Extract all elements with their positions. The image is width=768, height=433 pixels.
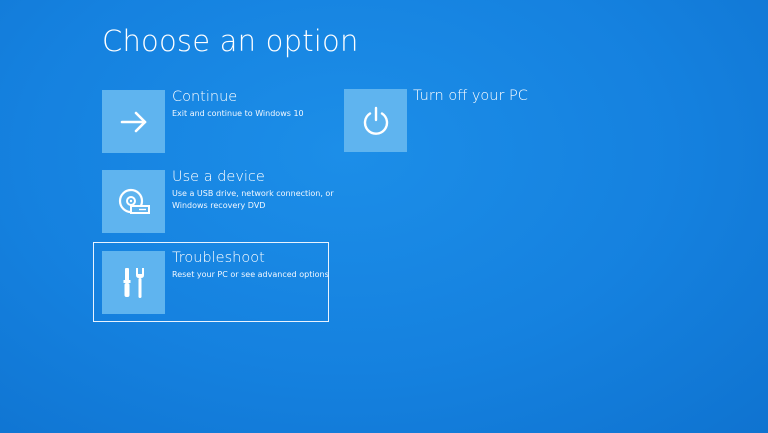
continue-description: Exit and continue to Windows 10 — [172, 109, 304, 118]
turn-off-label: Turn off your PC — [413, 88, 528, 104]
use-a-device-description-line-2: Windows recovery DVD — [172, 201, 266, 210]
use-a-device-tile[interactable] — [102, 170, 165, 233]
continue-tile[interactable] — [102, 90, 165, 153]
use-a-device-option[interactable]: Use a device Use a USB drive, network co… — [102, 169, 334, 234]
continue-label: Continue — [172, 89, 238, 105]
use-a-device-description-line-1: Use a USB drive, network connection, or — [172, 189, 334, 198]
power-icon — [363, 106, 388, 135]
troubleshoot-label: Troubleshoot — [172, 250, 265, 266]
turn-off-option[interactable]: Turn off your PC — [344, 88, 544, 154]
troubleshoot-option[interactable]: Troubleshoot Reset your PC or see advanc… — [93, 242, 329, 322]
disc-drive-icon — [118, 188, 150, 214]
page-title: Choose an option — [102, 24, 359, 58]
use-a-device-label: Use a device — [172, 169, 265, 185]
continue-option[interactable]: Continue Exit and continue to Windows 10 — [102, 89, 332, 154]
troubleshoot-description: Reset your PC or see advanced options — [172, 270, 329, 279]
arrow-right-icon — [120, 111, 146, 132]
turn-off-tile[interactable] — [344, 89, 407, 152]
tools-icon — [123, 267, 144, 298]
troubleshoot-tile[interactable] — [102, 251, 165, 314]
